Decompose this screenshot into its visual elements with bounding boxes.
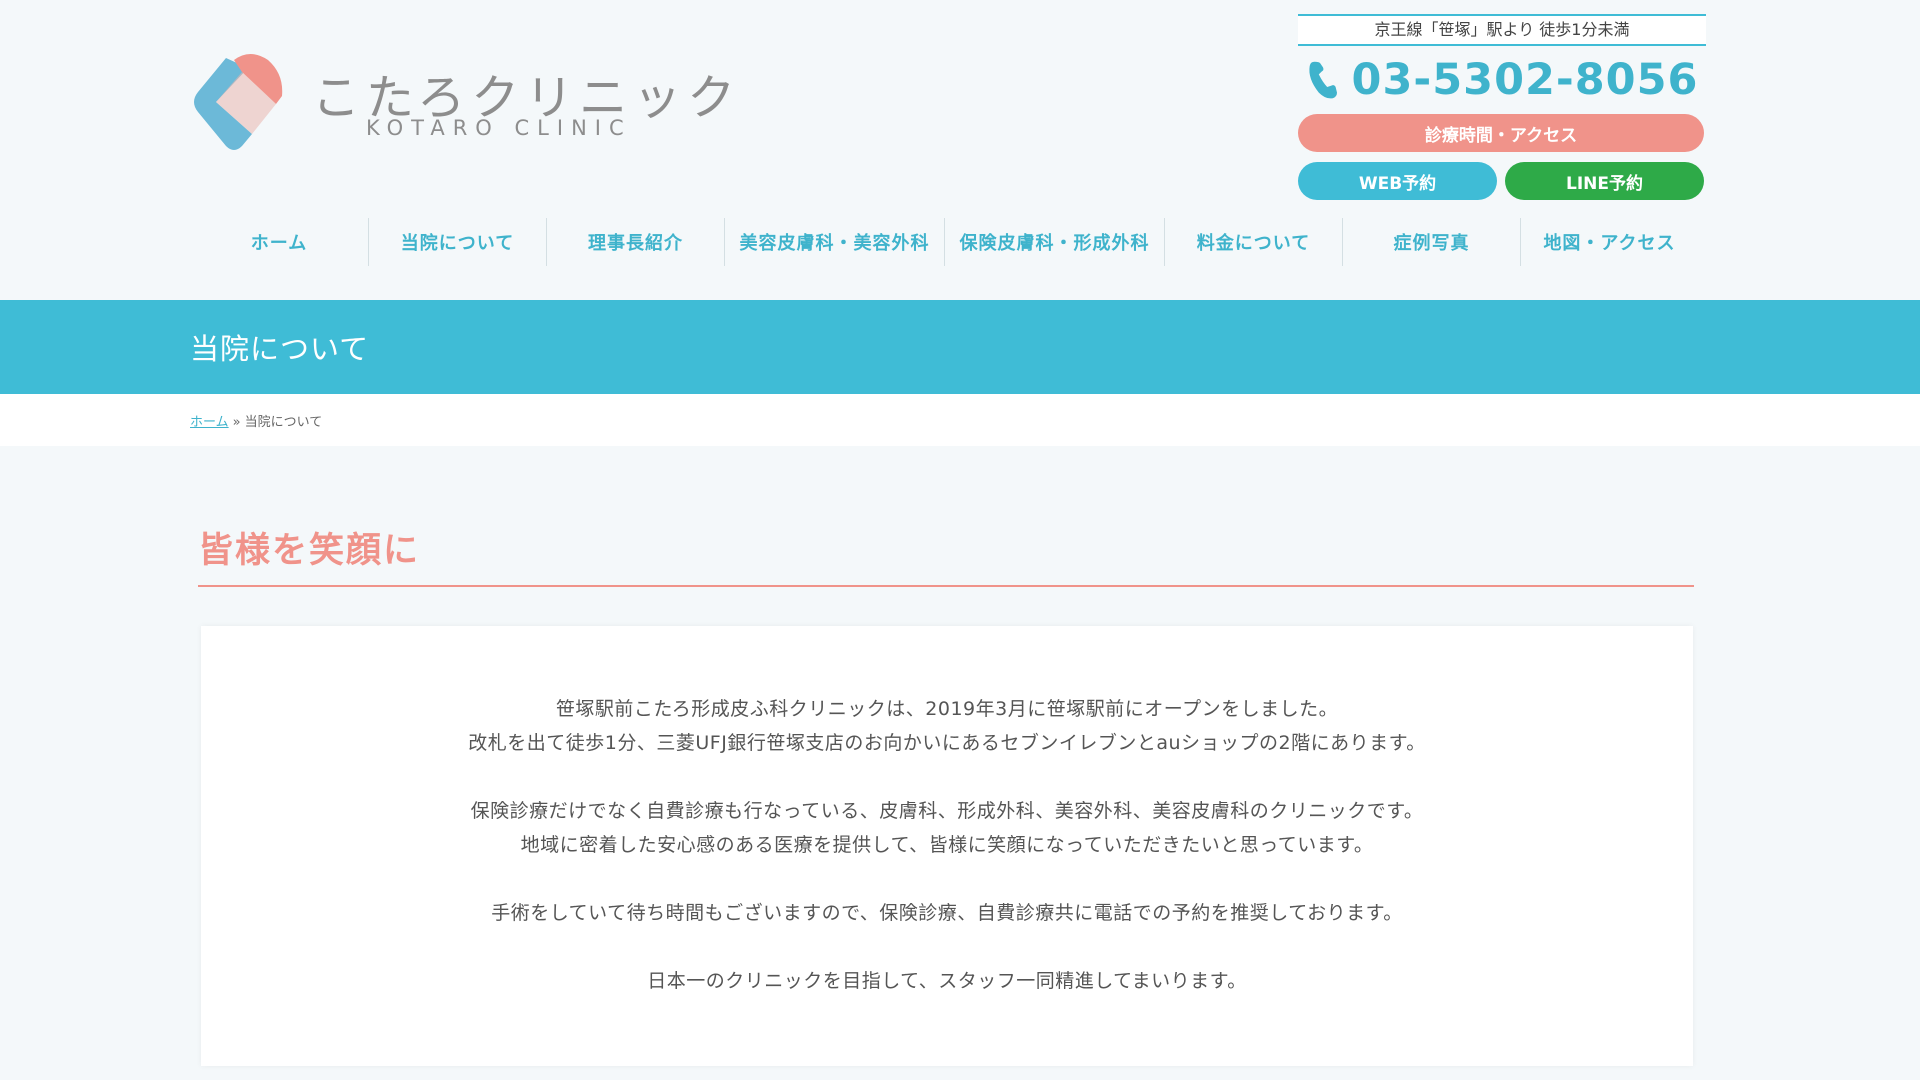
section-heading: 皆様を笑顔に xyxy=(198,522,1694,587)
hours-access-button[interactable]: 診療時間・アクセス xyxy=(1298,114,1704,152)
breadcrumb-home-link[interactable]: ホーム xyxy=(190,415,229,430)
logo-mark-icon xyxy=(194,54,283,150)
breadcrumb: ホーム» 当院について xyxy=(190,411,322,430)
main-nav: ホーム 当院について 理事長紹介 美容皮膚科・美容外科 保険皮膚科・形成外科 料… xyxy=(190,218,1710,266)
phone-icon xyxy=(1308,61,1337,99)
paragraph-line: 日本一のクリニックを目指して、スタッフ一同精進してまいります。 xyxy=(647,970,1247,992)
contact-block: 京王線「笹塚」駅より 徒歩1分未満 03-5302-8056 診療時間・アクセス… xyxy=(1298,14,1706,200)
breadcrumb-separator: » xyxy=(232,415,241,430)
nav-item-fees[interactable]: 料金について xyxy=(1164,218,1342,266)
paragraph-line: 手術をしていて待ち時間もございますので、保険診療、自費診療共に電話での予約を推奨… xyxy=(491,902,1403,924)
paragraph-line: 笹塚駅前こたろ形成皮ふ科クリニックは、2019年3月に笹塚駅前にオープンをしまし… xyxy=(555,698,1339,720)
breadcrumb-bar: ホーム» 当院について xyxy=(0,394,1920,446)
nav-item-cases[interactable]: 症例写真 xyxy=(1342,218,1520,266)
page-title-band: 当院について xyxy=(0,300,1920,394)
nav-item-about[interactable]: 当院について xyxy=(368,218,546,266)
nav-item-access[interactable]: 地図・アクセス xyxy=(1520,218,1698,266)
nav-item-director[interactable]: 理事長紹介 xyxy=(546,218,724,266)
paragraph: 手術をしていて待ち時間もございますので、保険診療、自費診療共に電話での予約を推奨… xyxy=(201,896,1693,930)
page-title: 当院について xyxy=(190,332,370,366)
nav-item-home[interactable]: ホーム xyxy=(190,218,368,266)
paragraph-line: 保険診療だけでなく自費診療も行なっている、皮膚科、形成外科、美容外科、美容皮膚科… xyxy=(470,800,1424,822)
clinic-logo[interactable]: こたろクリニック KOTARO CLINIC xyxy=(190,52,735,152)
logo-name-en: KOTARO CLINIC xyxy=(366,116,632,140)
nav-item-insurance[interactable]: 保険皮膚科・形成外科 xyxy=(944,218,1164,266)
page: こたろクリニック KOTARO CLINIC 京王線「笹塚」駅より 徒歩1分未満… xyxy=(0,0,1920,1080)
reservation-buttons: WEB予約 LINE予約 xyxy=(1298,162,1704,200)
content-card: 笹塚駅前こたろ形成皮ふ科クリニックは、2019年3月に笹塚駅前にオープンをしまし… xyxy=(201,626,1693,1066)
nav-item-cosmetic[interactable]: 美容皮膚科・美容外科 xyxy=(724,218,944,266)
phone-number-link[interactable]: 03-5302-8056 xyxy=(1298,54,1706,106)
paragraph: 日本一のクリニックを目指して、スタッフ一同精進してまいります。 xyxy=(201,964,1693,998)
paragraph-line: 地域に密着した安心感のある医療を提供して、皆様に笑顔になっていただきたいと思って… xyxy=(520,834,1374,856)
web-reservation-button[interactable]: WEB予約 xyxy=(1298,162,1497,200)
paragraph: 保険診療だけでなく自費診療も行なっている、皮膚科、形成外科、美容外科、美容皮膚科… xyxy=(201,794,1693,862)
access-info: 京王線「笹塚」駅より 徒歩1分未満 xyxy=(1298,14,1706,46)
phone-number: 03-5302-8056 xyxy=(1351,55,1699,105)
paragraph: 笹塚駅前こたろ形成皮ふ科クリニックは、2019年3月に笹塚駅前にオープンをしまし… xyxy=(201,692,1693,760)
breadcrumb-current: 当院について xyxy=(244,415,323,430)
line-reservation-button[interactable]: LINE予約 xyxy=(1505,162,1704,200)
paragraph-line: 改札を出て徒歩1分、三菱UFJ銀行笹塚支店のお向かいにあるセブンイレブンとauシ… xyxy=(468,732,1426,754)
content-paragraphs: 笹塚駅前こたろ形成皮ふ科クリニックは、2019年3月に笹塚駅前にオープンをしまし… xyxy=(201,692,1693,1032)
